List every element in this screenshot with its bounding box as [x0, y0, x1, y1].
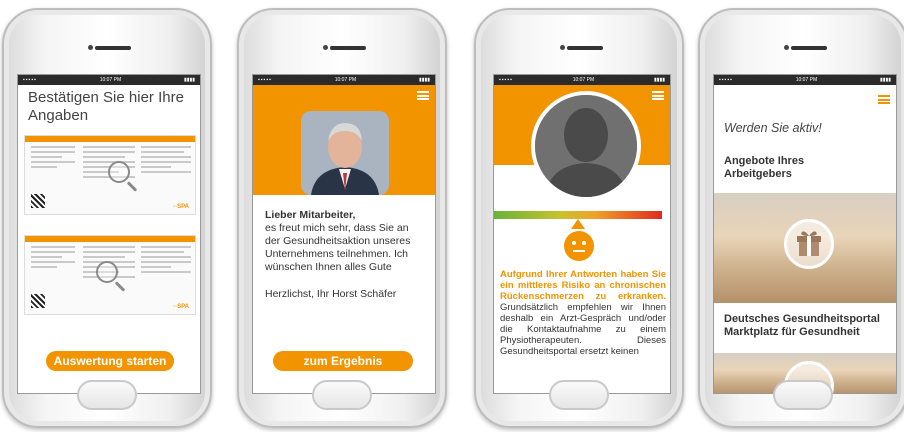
employer-offers-image[interactable]: [714, 193, 896, 303]
to-result-button[interactable]: zum Ergebnis: [273, 351, 413, 371]
magnifier-icon: [96, 261, 118, 283]
signal-icon: ▪▪▪▪▪: [719, 77, 733, 83]
section-health-portal[interactable]: Deutsches Gesundheitsportal Marktplatz f…: [724, 313, 894, 339]
phone-1: ▪▪▪▪▪ 10:07 PM ▮▮▮▮ Bestätigen Sie hier …: [2, 8, 212, 428]
brand-logo: ◦◦SPA: [172, 204, 189, 210]
status-bar: ▪▪▪▪▪ 10:07 PM ▮▮▮▮: [18, 75, 200, 85]
welcome-message: Lieber Mitarbeiter, es freut mich sehr, …: [253, 195, 435, 301]
signature: Herzlichst, Ihr Horst Schäfer: [265, 288, 397, 300]
speaker-grille: [791, 46, 827, 50]
signal-icon: ▪▪▪▪▪: [23, 77, 37, 83]
menu-icon[interactable]: [878, 95, 890, 104]
speaker-grille: [567, 46, 603, 50]
magnifier-icon: [108, 161, 130, 183]
phone-4: ▪▪▪▪▪ 10:07 PM ▮▮▮▮ Werden Sie aktiv! An…: [698, 8, 904, 428]
status-bar: ▪▪▪▪▪ 10:07 PM ▮▮▮▮: [494, 75, 670, 85]
menu-icon[interactable]: [652, 91, 664, 100]
home-button[interactable]: [549, 380, 609, 410]
document-column: [141, 246, 191, 306]
mockup-stage: ▪▪▪▪▪ 10:07 PM ▮▮▮▮ Bestätigen Sie hier …: [0, 0, 904, 432]
qr-code-icon: [31, 194, 45, 208]
speaker-grille: [95, 46, 131, 50]
risk-statement: Aufgrund Ihrer Antworten haben Sie ein m…: [500, 269, 666, 302]
status-time: 10:07 PM: [334, 77, 357, 83]
speaker-grille: [330, 46, 366, 50]
result-text: Aufgrund Ihrer Antworten haben Sie ein m…: [500, 269, 666, 357]
menu-icon[interactable]: [417, 91, 429, 100]
neutral-face-icon: [564, 231, 594, 261]
qr-code-icon: [31, 294, 45, 308]
home-button[interactable]: [312, 380, 372, 410]
screen-welcome: ▪▪▪▪▪ 10:07 PM ▮▮▮▮ Lieber Mitarbeiter, …: [252, 74, 436, 394]
page-title: Werden Sie aktiv!: [724, 121, 822, 135]
status-bar: ▪▪▪▪▪ 10:07 PM ▮▮▮▮: [253, 75, 435, 85]
avatar-icon: [531, 91, 641, 201]
document-header-band: [25, 236, 195, 242]
camera-icon: [784, 45, 789, 50]
gift-icon: [784, 219, 834, 269]
recommendation: Grundsätzlich empfehlen wir Ihnen deshal…: [500, 302, 666, 357]
camera-icon: [88, 45, 93, 50]
signal-icon: ▪▪▪▪▪: [258, 77, 272, 83]
camera-icon: [560, 45, 565, 50]
document-column: [141, 146, 191, 206]
welcome-body: es freut mich sehr, dass Sie an der Gesu…: [265, 222, 411, 273]
home-button[interactable]: [77, 380, 137, 410]
risk-scale: [494, 211, 662, 219]
home-button[interactable]: [773, 380, 833, 410]
page-title: Bestätigen Sie hier Ihre Angaben: [28, 89, 184, 124]
phone-2: ▪▪▪▪▪ 10:07 PM ▮▮▮▮ Lieber Mitarbeiter, …: [237, 8, 447, 428]
phone-3: ▪▪▪▪▪ 10:07 PM ▮▮▮▮ Aufgrund Ihrer Antwo…: [474, 8, 684, 428]
status-time: 10:07 PM: [572, 77, 595, 83]
risk-pointer-icon: [571, 219, 585, 229]
battery-icon: ▮▮▮▮: [653, 77, 665, 83]
ceo-portrait: [301, 111, 389, 195]
signal-icon: ▪▪▪▪▪: [499, 77, 513, 83]
screen-confirm-data: ▪▪▪▪▪ 10:07 PM ▮▮▮▮ Bestätigen Sie hier …: [17, 74, 201, 394]
start-evaluation-button[interactable]: Auswertung starten: [46, 351, 174, 371]
status-time: 10:07 PM: [795, 77, 818, 83]
brand-logo: ◦◦SPA: [172, 304, 189, 310]
screen-get-active: ▪▪▪▪▪ 10:07 PM ▮▮▮▮ Werden Sie aktiv! An…: [713, 74, 897, 394]
document-header-band: [25, 136, 195, 142]
header-banner: [253, 85, 435, 195]
screen-result: ▪▪▪▪▪ 10:07 PM ▮▮▮▮ Aufgrund Ihrer Antwo…: [493, 74, 671, 394]
camera-icon: [323, 45, 328, 50]
battery-icon: ▮▮▮▮: [183, 77, 195, 83]
greeting: Lieber Mitarbeiter,: [265, 209, 356, 221]
battery-icon: ▮▮▮▮: [879, 77, 891, 83]
status-time: 10:07 PM: [99, 77, 122, 83]
status-bar: ▪▪▪▪▪ 10:07 PM ▮▮▮▮: [714, 75, 896, 85]
section-employer-offers[interactable]: Angebote Ihres Arbeitgebers: [724, 155, 834, 181]
battery-icon: ▮▮▮▮: [418, 77, 430, 83]
